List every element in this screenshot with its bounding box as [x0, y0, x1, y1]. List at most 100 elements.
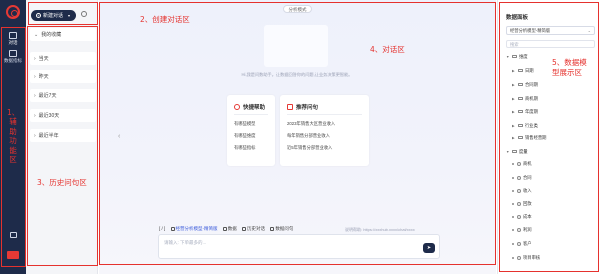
model-switch[interactable]: 经营分析模型-精简版 [170, 226, 218, 231]
chart-label: 数据 [227, 226, 237, 231]
history-button[interactable]: 历史对话 [242, 226, 265, 231]
send-button[interactable]: ➤ [423, 243, 435, 253]
quick-help-item[interactable]: 有哪些维度 [234, 133, 255, 139]
annotation-label-history: 3、历史问句区 [37, 178, 87, 187]
tree-node[interactable]: ▶ 合同期 [512, 81, 538, 88]
chevron-right-icon: › [34, 73, 36, 80]
tree-leaf[interactable]: 客户 [512, 240, 532, 247]
divider [287, 114, 362, 115]
tree-group-dimensions[interactable]: ▼ 维度 [506, 53, 528, 60]
new-chat-button[interactable]: + 新建对话 ▾ [31, 10, 76, 21]
tree-node[interactable]: ▶ 行业类 [512, 122, 538, 129]
quick-help-title: 快捷帮助 [234, 103, 265, 111]
history-item-label: 最近半年 [38, 133, 59, 139]
panel-title: 数据面板 [506, 15, 529, 21]
measure-icon [517, 175, 521, 180]
model-select[interactable]: 经营分析模型-精简版 ⌄ [506, 26, 595, 35]
annotation-label-model: 5、数据模型展示区 [552, 58, 587, 77]
history-item-label: 最近30天 [38, 113, 60, 119]
tree-group-label: 维度 [519, 53, 528, 59]
collapse-panel-icon[interactable]: ‹ [118, 133, 120, 140]
folder-icon [518, 68, 523, 73]
tree-node[interactable]: ▶ 商机期 [512, 95, 538, 102]
recommended-question[interactable]: 每年销售分部营业收入 [287, 133, 330, 139]
mode-toggle[interactable]: 分析模式 [283, 5, 312, 13]
bullet-icon [512, 189, 514, 192]
avatar[interactable] [7, 251, 19, 259]
caret-right-icon: ▶ [512, 135, 515, 140]
plus-icon: + [36, 13, 41, 18]
tree-leaf[interactable]: 合同 [512, 174, 532, 181]
tree-group-label: 度量 [519, 148, 528, 154]
history-item-today[interactable]: › 当天 [30, 52, 96, 65]
tree-leaf-label: 商机 [523, 160, 532, 166]
recommended-card: 推荐问句 2023年销售大区营业收入 每年销售分部营业收入 近5年销售分部营业收… [280, 95, 369, 166]
chart-button[interactable]: 数据 [222, 226, 237, 231]
recommended-question[interactable]: 2023年销售大区营业收入 [287, 121, 335, 127]
bullet-icon [512, 242, 514, 245]
tree-node[interactable]: ▶ 日期 [512, 67, 534, 74]
tree-leaf[interactable]: 收入 [512, 187, 532, 194]
rail-item-data[interactable]: 数据指标 [1, 50, 25, 64]
tree-leaf-label: 利润 [523, 226, 532, 232]
chevron-down-icon: ▾ [68, 13, 71, 18]
tree-leaf[interactable]: 项目审核 [512, 254, 540, 261]
quick-help-card: 快捷帮助 有哪些模型 有哪些维度 有哪些指标 [227, 95, 275, 166]
model-icon [170, 226, 175, 231]
input-toolbar: [ / ] 经营分析模型-精简版 数据 历史对话 数据问句 [159, 226, 297, 233]
history-item-label: 当天 [38, 56, 49, 62]
tree-leaf[interactable]: 成本 [512, 213, 532, 220]
tree-leaf[interactable]: 回款 [512, 200, 532, 207]
measure-icon [517, 227, 521, 232]
history-item-30days[interactable]: › 最近30天 [30, 109, 96, 122]
divider [234, 114, 268, 115]
caret-right-icon: ▶ [512, 96, 515, 101]
annotation-label-create: 2、创建对话区 [140, 15, 190, 24]
help-hint: 说明帮助: https://xxxhub.xxxx/chat/xxxx [345, 227, 415, 232]
bullet-icon [512, 215, 514, 218]
rail-item-chat[interactable]: 对话 [1, 32, 25, 46]
search-icon[interactable] [81, 11, 87, 17]
rail-item-share[interactable] [1, 232, 25, 239]
tree-leaf-label: 合同 [523, 174, 532, 180]
tree-search-input[interactable]: 搜索 [506, 40, 595, 48]
chevron-right-icon: › [34, 55, 36, 62]
favorite-icon [270, 226, 275, 231]
history-item-half-year[interactable]: › 最近半年 [30, 129, 96, 142]
quick-help-item[interactable]: 有哪些模型 [234, 121, 255, 127]
tree-node-label: 商机期 [525, 95, 538, 101]
chevron-right-icon: › [34, 112, 36, 119]
tree-leaf-label: 回款 [523, 200, 532, 206]
chevron-down-icon: ⌄ [34, 31, 39, 38]
tree-node[interactable]: ▶ 销售经营期 [512, 134, 546, 141]
tree-leaf-label: 项目审核 [523, 254, 541, 260]
tree-node-label: 合同期 [525, 81, 538, 87]
caret-right-icon: ▶ [512, 109, 515, 114]
share-icon [9, 232, 17, 238]
folder-icon [512, 149, 517, 154]
help-icon [234, 104, 240, 110]
caret-right-icon: ▶ [512, 123, 515, 128]
tree-leaf-label: 成本 [523, 213, 532, 219]
tree-leaf[interactable]: 商机 [512, 160, 532, 167]
history-item-yesterday[interactable]: › 昨天 [30, 70, 96, 83]
history-item-7days[interactable]: › 最近7天 [30, 89, 96, 102]
tree-node-label: 年度期 [525, 108, 538, 114]
data-model-panel: 数据面板 经营分析模型-精简版 ⌄ 搜索 ▼ 维度 ▶ 日期 ▶ 合同期 ▶ 商机期 … [497, 0, 600, 274]
data-icon [9, 50, 17, 57]
chat-input[interactable]: 请输入: 下单最多的... ➤ [158, 234, 440, 259]
history-item-favorites[interactable]: ⌄ 我的收藏 [30, 28, 96, 41]
tree-node[interactable]: ▶ 年度期 [512, 108, 538, 115]
tree-leaf[interactable]: 利润 [512, 226, 532, 233]
folder-icon [512, 54, 517, 59]
rail-data-label: 数据指标 [4, 58, 22, 63]
slash-command[interactable]: [ / ] [159, 226, 165, 231]
recommended-title: 推荐问句 [287, 103, 318, 111]
tree-group-measures[interactable]: ▼ 度量 [506, 148, 528, 155]
tree-leaf-label: 客户 [523, 240, 532, 246]
quick-help-item[interactable]: 有哪些指标 [234, 145, 255, 151]
favorite-button[interactable]: 数据问句 [270, 226, 293, 231]
quick-help-title-text: 快捷帮助 [243, 105, 266, 111]
chart-icon [222, 226, 227, 231]
recommended-question[interactable]: 近5年销售分部营业收入 [287, 145, 332, 151]
